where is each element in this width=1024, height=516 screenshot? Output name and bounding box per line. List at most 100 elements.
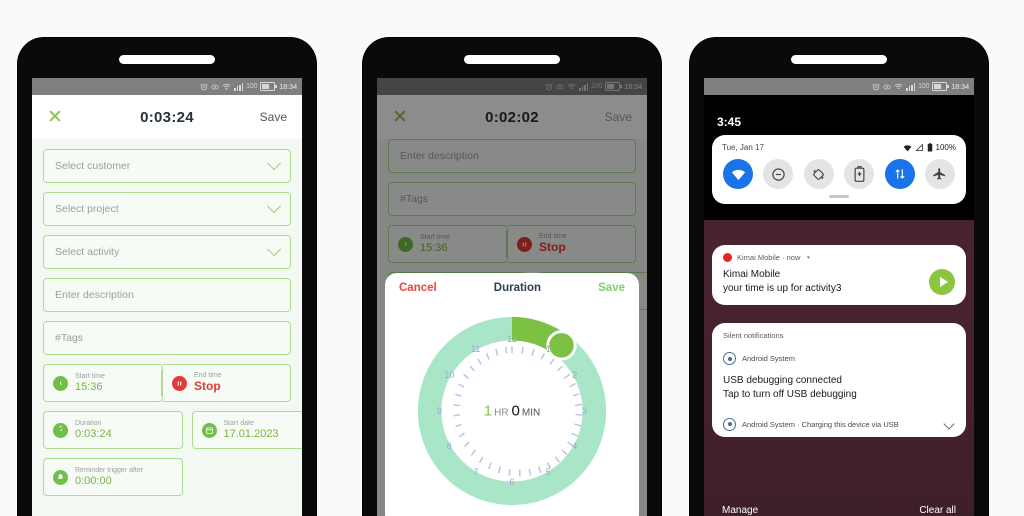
date-label: Tue, Jan 17 — [722, 143, 764, 152]
select-project-field[interactable]: Select project — [43, 192, 291, 226]
quick-settings-panel: Tue, Jan 17 100% — [712, 135, 966, 204]
earpiece-speaker — [119, 55, 215, 64]
reminder-row: Reminder trigger after 0:00:00 — [43, 458, 291, 496]
chevron-down-icon — [267, 199, 281, 213]
save-button[interactable]: Save — [605, 110, 632, 124]
start-time-cell[interactable]: Start time 15:36 — [43, 364, 163, 402]
kimai-form-body-1: Select customer Select project Select ac… — [32, 139, 302, 516]
notification-app-name: Kimai Mobile · now — [737, 253, 800, 262]
time-row-1: Start time 15:36 End time Stop — [43, 364, 291, 402]
manage-button[interactable]: Manage — [722, 505, 758, 516]
kimai-app-icon — [723, 253, 732, 262]
chevron-down-icon[interactable] — [943, 418, 954, 429]
alarm-icon — [200, 83, 208, 91]
duration-value: 0:03:24 — [75, 428, 112, 440]
start-date-cell[interactable]: Start date 17.01.2023 — [192, 411, 303, 449]
status-bar-3: 100 18:34 — [704, 78, 974, 95]
wifi-icon — [903, 144, 912, 152]
duration-picker-dialog: Cancel Duration Save — [385, 273, 639, 516]
dial-number-7: 7 — [473, 467, 478, 477]
cancel-button[interactable]: Cancel — [399, 282, 437, 294]
hours-unit: HR — [494, 407, 508, 418]
wifi-tile[interactable] — [723, 159, 753, 189]
description-input[interactable]: Enter description — [43, 278, 291, 312]
dial-number-6: 6 — [509, 477, 514, 487]
save-button[interactable]: Save — [260, 110, 287, 124]
reminder-label: Reminder trigger after — [75, 467, 143, 475]
clock-icon — [53, 376, 68, 391]
cell-divider — [161, 370, 162, 396]
dial-number-10: 10 — [444, 370, 454, 380]
quick-settings-header: Tue, Jan 17 100% — [722, 143, 956, 152]
reminder-cell[interactable]: Reminder trigger after 0:00:00 — [43, 458, 183, 496]
kimai-appbar-1: ✕ 0:03:24 Save — [32, 95, 302, 139]
signal-icon — [234, 83, 243, 91]
duration-cell[interactable]: Duration 0:03:24 — [43, 411, 183, 449]
mobile-data-tile[interactable] — [885, 159, 915, 189]
close-icon[interactable]: ✕ — [47, 108, 67, 127]
dnd-icon — [211, 83, 219, 91]
silent-notifications-group: Silent notifications Android System USB … — [712, 323, 966, 437]
battery-icon — [927, 143, 933, 152]
battery-saver-tile[interactable] — [844, 159, 874, 189]
kimai-notification[interactable]: Kimai Mobile · now Kimai Mobile your tim… — [712, 245, 966, 305]
do-not-disturb-tile[interactable] — [763, 159, 793, 189]
tags-input[interactable]: #Tags — [43, 321, 291, 355]
dial-number-8: 8 — [447, 441, 452, 451]
dnd-icon — [883, 83, 891, 91]
dial-number-12: 12 — [507, 334, 517, 344]
play-button[interactable] — [929, 269, 955, 295]
select-customer-placeholder: Select customer — [55, 160, 130, 172]
dialog-save-button[interactable]: Save — [598, 282, 625, 294]
duration-dial-area[interactable]: 12 1 2 3 4 5 6 7 8 9 10 11 1HR0MIN — [385, 303, 639, 516]
charging-notification-label: Android System · Charging this device vi… — [742, 420, 899, 429]
duration-row-1: Duration 0:03:24 Start date 17.01.2023 — [43, 411, 291, 449]
start-date-label: Start date — [224, 420, 279, 428]
start-date-value: 17.01.2023 — [224, 428, 279, 440]
stopwatch-icon — [53, 423, 68, 438]
battery-percent: 100% — [936, 143, 956, 152]
chevron-down-icon[interactable] — [805, 254, 812, 261]
select-activity-placeholder: Select activity — [55, 246, 119, 258]
shade-footer: Manage Clear all — [704, 505, 974, 516]
airplane-mode-tile[interactable] — [925, 159, 955, 189]
select-customer-field[interactable]: Select customer — [43, 149, 291, 183]
signal-icon — [915, 143, 924, 152]
alarm-icon — [872, 83, 880, 91]
auto-rotate-tile[interactable] — [804, 159, 834, 189]
end-time-value: Stop — [194, 380, 222, 393]
dial-number-11: 11 — [471, 344, 480, 354]
dial-number-2: 2 — [572, 370, 577, 380]
clear-all-button[interactable]: Clear all — [919, 505, 956, 516]
android-system-row: Android System — [723, 352, 955, 365]
signal-label: 100 — [246, 83, 257, 90]
signal-label: 100 — [918, 83, 929, 90]
end-time-cell[interactable]: End time Stop — [163, 364, 291, 402]
earpiece-speaker — [791, 55, 887, 64]
duration-dialog-header: Cancel Duration Save — [385, 273, 639, 303]
calendar-icon — [202, 423, 217, 438]
chevron-down-icon — [267, 242, 281, 256]
signal-icon — [906, 83, 915, 91]
kimai-form-screen-1: ✕ 0:03:24 Save Select customer Select pr… — [32, 95, 302, 516]
start-time-label: Start time — [75, 373, 105, 381]
shade-drag-handle[interactable] — [829, 195, 849, 198]
charging-notification-row[interactable]: Android System · Charging this device vi… — [723, 418, 955, 431]
usb-notification-title: USB debugging connected — [723, 374, 955, 388]
phone-2-screen: 100 18:34 ✕ 0:02:02 Save Enter descripti… — [377, 78, 647, 516]
select-project-placeholder: Select project — [55, 203, 119, 215]
notification-header: Kimai Mobile · now — [723, 253, 955, 262]
phone-1-screen: 100 18:34 ✕ 0:03:24 Save Select customer — [32, 78, 302, 516]
silent-notifications-header: Silent notifications — [723, 331, 955, 340]
select-activity-field[interactable]: Select activity — [43, 235, 291, 269]
notification-shade: 3:45 Tue, Jan 17 100% — [704, 95, 974, 516]
battery-icon — [260, 82, 275, 91]
earpiece-speaker — [464, 55, 560, 64]
android-system-icon — [723, 418, 736, 431]
duration-dial[interactable]: 12 1 2 3 4 5 6 7 8 9 10 11 1HR0MIN — [414, 313, 610, 509]
lockscreen-clock: 3:45 — [717, 115, 741, 129]
dial-knob[interactable] — [549, 333, 574, 358]
notification-title: Kimai Mobile — [723, 268, 841, 282]
screenshot-canvas: 100 18:34 ✕ 0:03:24 Save Select customer — [0, 0, 1024, 512]
battery-icon — [932, 82, 947, 91]
